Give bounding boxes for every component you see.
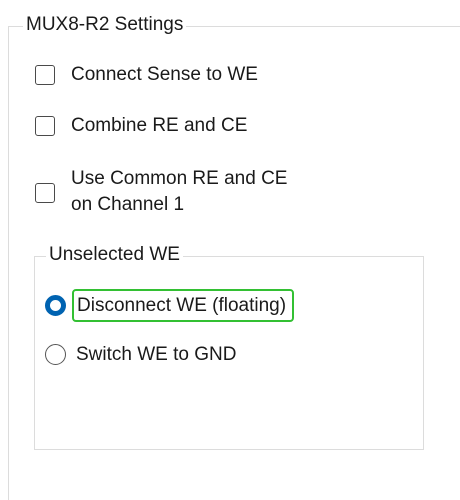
use-common-re-and-ce-checkbox[interactable]: Use Common RE and CE on Channel 1 [35, 166, 287, 218]
switch-we-to-gnd-radio[interactable]: Switch WE to GND [45, 343, 236, 366]
combine-re-and-ce-checkbox[interactable]: Combine RE and CE [35, 114, 247, 137]
checkbox-label-line-2: on Channel 1 [71, 194, 185, 215]
radio-label: Switch WE to GND [76, 344, 237, 365]
checkbox-label: Use Common RE and CE on Channel 1 [71, 166, 287, 218]
checkbox-box[interactable] [35, 115, 55, 136]
connect-sense-to-we-checkbox[interactable]: Connect Sense to WE [35, 63, 258, 86]
radio-label: Disconnect WE (floating) [72, 289, 295, 322]
checkbox-box[interactable] [35, 64, 55, 85]
radio-unselected-icon[interactable] [45, 344, 66, 365]
checkbox-box[interactable] [35, 183, 55, 203]
checkbox-label: Combine RE and CE [71, 115, 248, 136]
checkbox-label-line-1: Use Common RE and CE [71, 168, 288, 189]
radio-selected-icon[interactable] [45, 295, 66, 316]
mux8-r2-settings-title: MUX8-R2 Settings [23, 14, 187, 36]
checkbox-label: Connect Sense to WE [71, 64, 258, 85]
unselected-we-title: Unselected WE [46, 244, 183, 266]
disconnect-we-floating-radio[interactable]: Disconnect WE (floating) [45, 289, 295, 322]
